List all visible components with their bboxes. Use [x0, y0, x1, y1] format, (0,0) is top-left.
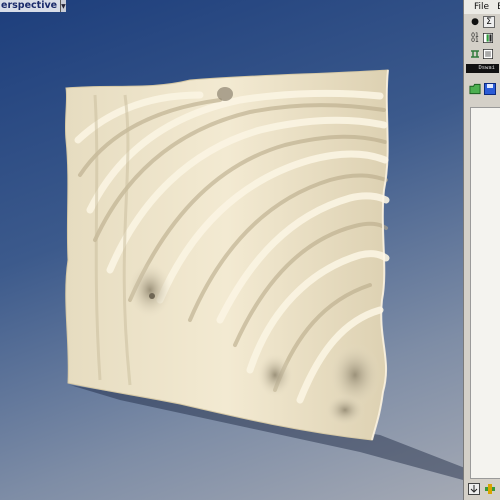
binary-toggle-icon[interactable]: 01 01: [470, 33, 480, 44]
save-disk-icon[interactable]: [484, 83, 496, 95]
file-toolbar: [464, 79, 500, 99]
sigma-icon[interactable]: Σ: [483, 16, 495, 28]
record-dot-icon[interactable]: ●: [470, 17, 480, 27]
menu-item-file[interactable]: File: [474, 2, 489, 12]
import-icon[interactable]: [468, 483, 480, 495]
component-list[interactable]: [470, 107, 500, 479]
open-folder-icon[interactable]: [469, 83, 481, 95]
bottom-toolbar: [468, 483, 496, 495]
status-strip: Dswai: [466, 64, 499, 73]
panel-icon-2[interactable]: [483, 49, 493, 59]
3d-viewport[interactable]: erspective ▼: [0, 0, 463, 500]
toolbar-row-3: [464, 46, 500, 62]
add-component-icon[interactable]: [484, 483, 496, 495]
menu-bar: File E: [464, 0, 500, 14]
wavy-surface-render: [64, 69, 463, 480]
panel-icon[interactable]: [483, 33, 493, 43]
toolbar-row-1: ● Σ: [464, 14, 500, 30]
right-side-panel: File E ● Σ 0101 Dswai: [463, 0, 500, 500]
chevron-down-icon[interactable]: ▼: [61, 0, 66, 12]
viewport-title-tab[interactable]: erspective ▼: [0, 0, 66, 12]
split-icon[interactable]: [470, 49, 480, 59]
toolbar-row-2: 01 01: [464, 30, 500, 46]
viewport-label: erspective: [0, 0, 62, 12]
